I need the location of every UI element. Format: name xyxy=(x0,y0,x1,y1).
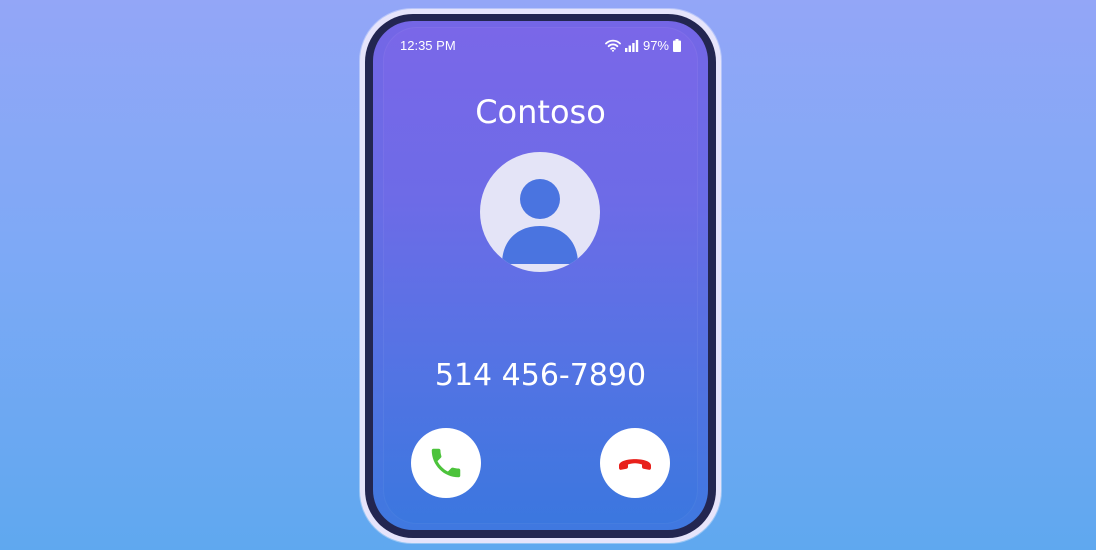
signal-icon xyxy=(624,39,639,52)
battery-percent: 97% xyxy=(642,38,669,53)
status-indicators: 97% xyxy=(605,38,681,53)
wifi-icon xyxy=(605,39,621,52)
caller-name: Contoso xyxy=(475,93,606,131)
person-icon xyxy=(502,179,578,264)
caller-phone-number: 514 456-7890 xyxy=(434,358,647,393)
status-time: 12:35 PM xyxy=(400,38,456,53)
battery-icon xyxy=(673,39,681,52)
status-bar: 12:35 PM 97% xyxy=(400,38,681,54)
hang-up-icon xyxy=(619,459,651,470)
phone-screen: 12:35 PM 97% Contoso 514 456-7890 xyxy=(373,21,708,530)
decline-call-button[interactable] xyxy=(600,428,670,498)
phone-icon xyxy=(431,448,461,478)
caller-avatar xyxy=(480,152,600,272)
accept-call-button[interactable] xyxy=(411,428,481,498)
